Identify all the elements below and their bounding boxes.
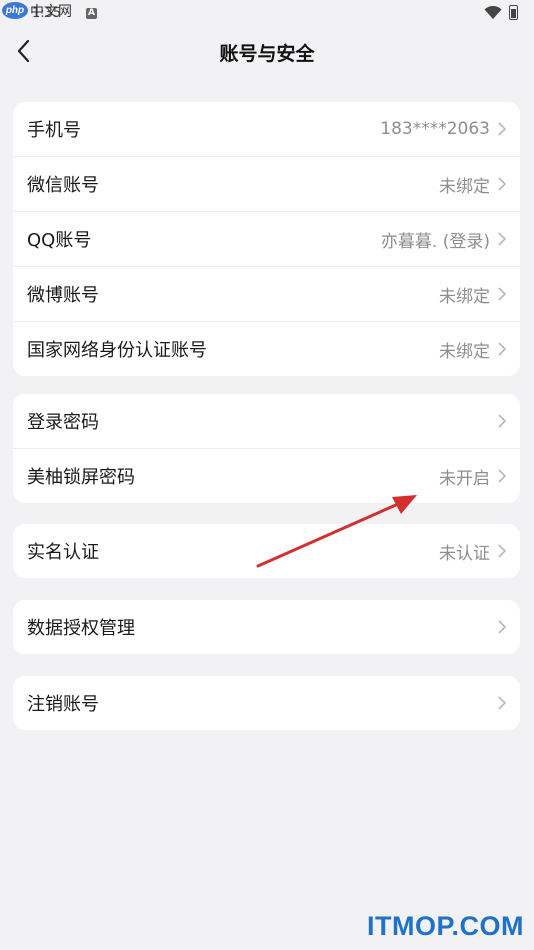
data-auth-card: 数据授权管理: [13, 600, 520, 654]
row-label: 国家网络身份认证账号: [27, 340, 207, 361]
chevron-right-icon: [498, 287, 507, 301]
battery-icon: [509, 5, 518, 20]
row-label: 美柚锁屏密码: [27, 467, 135, 488]
notification-a-icon: A: [86, 8, 97, 19]
php-cn-watermark-text: 中文网: [30, 4, 72, 20]
row-phone[interactable]: 手机号 183****2063: [13, 102, 520, 156]
chevron-right-icon: [498, 342, 507, 356]
chevron-right-icon: [498, 696, 507, 710]
row-real-name-auth[interactable]: 实名认证 未认证: [13, 524, 520, 578]
row-lockscreen-password[interactable]: 美柚锁屏密码 未开启: [13, 448, 520, 503]
row-data-authorization[interactable]: 数据授权管理: [13, 600, 520, 654]
chevron-right-icon: [498, 544, 507, 558]
row-national-id[interactable]: 国家网络身份认证账号 未绑定: [13, 321, 520, 376]
row-value: 未绑定: [439, 341, 490, 362]
row-label: 注销账号: [27, 694, 99, 715]
row-label: 数据授权管理: [27, 618, 135, 639]
chevron-right-icon: [498, 414, 507, 428]
chevron-right-icon: [498, 232, 507, 246]
chevron-right-icon: [498, 177, 507, 191]
row-value: 亦暮暮. (登录): [380, 231, 490, 252]
row-value: 未绑定: [439, 286, 490, 307]
account-bindings-card: 手机号 183****2063 微信账号 未绑定 QQ账号 亦暮暮. (登录) …: [13, 102, 520, 376]
row-delete-account[interactable]: 注销账号: [13, 676, 520, 730]
row-weibo[interactable]: 微博账号 未绑定: [13, 266, 520, 321]
chevron-right-icon: [498, 469, 507, 483]
row-login-password[interactable]: 登录密码: [13, 394, 520, 448]
row-label: 微博账号: [27, 285, 99, 306]
row-label: 手机号: [27, 120, 81, 141]
row-qq[interactable]: QQ账号 亦暮暮. (登录): [13, 211, 520, 266]
wifi-icon: [484, 6, 502, 19]
row-label: 微信账号: [27, 175, 99, 196]
row-value: 未认证: [439, 543, 490, 564]
row-value: 未开启: [439, 468, 490, 489]
php-logo-watermark: php: [2, 2, 28, 19]
nav-bar: 账号与安全: [0, 26, 534, 76]
itmop-watermark: ITMOP.COM: [366, 911, 524, 941]
password-card: 登录密码 美柚锁屏密码 未开启: [13, 394, 520, 503]
delete-account-card: 注销账号: [13, 676, 520, 730]
status-bar: 1:35 php 中文网 A: [0, 0, 534, 26]
chevron-right-icon: [498, 122, 507, 136]
page-title: 账号与安全: [219, 43, 315, 65]
row-label: 实名认证: [27, 542, 99, 563]
row-wechat[interactable]: 微信账号 未绑定: [13, 156, 520, 211]
chevron-right-icon: [498, 620, 507, 634]
row-label: QQ账号: [27, 230, 92, 251]
real-name-card: 实名认证 未认证: [13, 524, 520, 578]
row-value: 183****2063: [380, 119, 490, 139]
row-label: 登录密码: [27, 412, 99, 433]
row-value: 未绑定: [439, 176, 490, 197]
